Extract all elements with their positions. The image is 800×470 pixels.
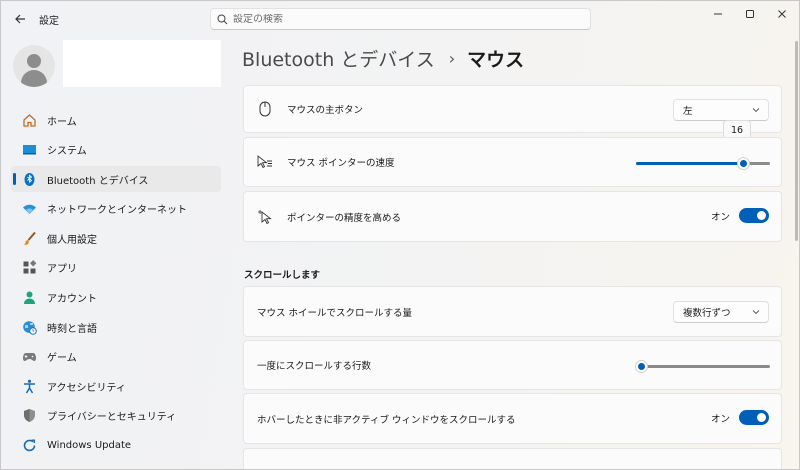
back-button[interactable] bbox=[9, 8, 31, 30]
search-icon bbox=[211, 14, 233, 25]
sidebar-item-bluetooth[interactable]: Bluetooth とデバイス bbox=[11, 166, 221, 193]
dropdown-value: 複数行ずつ bbox=[683, 308, 731, 319]
account-icon bbox=[21, 290, 37, 306]
wifi-icon bbox=[21, 201, 37, 217]
sidebar-item-windows-update[interactable]: Windows Update bbox=[11, 433, 221, 459]
lines-per-scroll-slider[interactable] bbox=[635, 360, 770, 373]
close-icon bbox=[778, 10, 786, 18]
setting-inactive-window-scroll: ホバーしたときに非アクティブ ウィンドウをスクロールする オン bbox=[243, 393, 782, 444]
mouse-icon bbox=[257, 101, 273, 117]
sidebar-item-label: 時刻と言語 bbox=[47, 323, 97, 335]
toggle-state-label: オン bbox=[710, 413, 730, 425]
sidebar-item-label: Windows Update bbox=[47, 440, 132, 452]
setting-lines-per-scroll: 一度にスクロールする行数 bbox=[243, 340, 782, 390]
setting-card-partial bbox=[243, 448, 782, 469]
precision-pointer-icon bbox=[257, 209, 273, 225]
minimize-button[interactable] bbox=[701, 1, 735, 27]
user-profile[interactable] bbox=[13, 45, 55, 87]
avatar bbox=[13, 45, 55, 87]
precision-toggle-group: オン bbox=[711, 208, 769, 223]
title-bar: 設定 bbox=[1, 1, 799, 37]
sidebar-item-personalization[interactable]: 個人用設定 bbox=[11, 225, 221, 251]
gamepad-icon bbox=[21, 349, 37, 365]
dropdown-value: 左 bbox=[683, 106, 693, 117]
minimize-icon bbox=[714, 13, 722, 15]
setting-enhance-precision: ポインターの精度を高める オン bbox=[243, 191, 782, 242]
sidebar-item-label: プライバシーとセキュリティ bbox=[47, 412, 177, 424]
chevron-down-icon bbox=[752, 108, 760, 113]
setting-label: マウスの主ボタン bbox=[287, 105, 364, 116]
pointer-speed-slider[interactable] bbox=[636, 157, 770, 170]
home-icon bbox=[21, 112, 37, 128]
profile-info-card bbox=[63, 40, 221, 87]
sidebar-item-label: アクセシビリティ bbox=[47, 382, 126, 394]
app-title: 設定 bbox=[39, 16, 59, 27]
sidebar-item-label: ネットワークとインターネット bbox=[47, 205, 187, 217]
setting-primary-button: マウスの主ボタン 左 bbox=[243, 85, 782, 133]
update-icon bbox=[21, 438, 37, 454]
slider-fill bbox=[636, 162, 743, 165]
chevron-down-icon bbox=[752, 310, 760, 315]
sidebar-item-time-language[interactable]: 時刻と言語 bbox=[11, 314, 221, 340]
setting-label: ポインターの精度を高める bbox=[287, 212, 402, 224]
inactive-scroll-toggle[interactable] bbox=[739, 410, 769, 425]
wheel-scroll-dropdown[interactable]: 複数行ずつ bbox=[673, 301, 769, 323]
system-icon bbox=[21, 142, 37, 158]
sidebar-item-label: アカウント bbox=[47, 294, 97, 306]
section-header-scroll: スクロールします bbox=[244, 270, 321, 281]
sidebar-item-label: 個人用設定 bbox=[47, 234, 97, 246]
sidebar-nav: ホーム システム Bluetooth とデバイス ネットワークとインターネット … bbox=[11, 107, 221, 462]
breadcrumb-separator: › bbox=[448, 49, 456, 68]
shield-icon bbox=[21, 408, 37, 424]
sidebar-item-label: アプリ bbox=[47, 264, 77, 276]
sidebar-item-accessibility[interactable]: アクセシビリティ bbox=[11, 373, 221, 399]
sidebar-item-privacy[interactable]: プライバシーとセキュリティ bbox=[11, 403, 221, 429]
breadcrumb-parent-link[interactable]: Bluetooth とデバイス bbox=[242, 45, 435, 72]
main-scrollbar[interactable] bbox=[795, 41, 798, 241]
close-button[interactable] bbox=[765, 1, 799, 27]
toggle-state-label: オン bbox=[710, 211, 730, 223]
sidebar-item-apps[interactable]: アプリ bbox=[11, 255, 221, 281]
setting-label: ホバーしたときに非アクティブ ウィンドウをスクロールする bbox=[257, 414, 516, 426]
pointer-speed-icon bbox=[257, 154, 273, 170]
precision-toggle[interactable] bbox=[739, 208, 769, 223]
page-title: マウス bbox=[467, 49, 525, 71]
accessibility-icon bbox=[21, 378, 37, 394]
apps-icon bbox=[21, 260, 37, 276]
setting-label: マウス ポインターの速度 bbox=[287, 158, 395, 169]
primary-button-dropdown[interactable]: 左 bbox=[673, 99, 769, 121]
search-input[interactable] bbox=[233, 13, 573, 25]
brush-icon bbox=[21, 230, 37, 246]
bluetooth-icon bbox=[21, 171, 37, 187]
sidebar-item-system[interactable]: システム bbox=[11, 137, 221, 163]
slider-thumb[interactable] bbox=[737, 157, 750, 170]
setting-wheel-scroll-amount: マウス ホイールでスクロールする量 複数行ずつ bbox=[243, 286, 782, 337]
sidebar-item-accounts[interactable]: アカウント bbox=[11, 285, 221, 311]
sidebar-item-network[interactable]: ネットワークとインターネット bbox=[11, 196, 221, 222]
search-box[interactable] bbox=[210, 8, 591, 30]
breadcrumb: Bluetooth とデバイス › マウス bbox=[242, 45, 524, 72]
setting-label: マウス ホイールでスクロールする量 bbox=[257, 307, 413, 319]
sidebar-item-label: Bluetooth とデバイス bbox=[47, 175, 149, 187]
back-arrow-icon bbox=[15, 14, 25, 24]
sidebar-item-label: システム bbox=[47, 146, 87, 158]
sidebar-item-label: ホーム bbox=[47, 116, 77, 128]
sidebar-item-gaming[interactable]: ゲーム bbox=[11, 344, 221, 370]
slider-thumb[interactable] bbox=[635, 360, 648, 373]
setting-label: 一度にスクロールする行数 bbox=[257, 361, 372, 372]
sidebar-item-home[interactable]: ホーム bbox=[11, 107, 221, 133]
maximize-icon bbox=[746, 10, 754, 18]
maximize-button[interactable] bbox=[733, 1, 767, 27]
inactive-scroll-toggle-group: オン bbox=[711, 410, 769, 425]
globe-clock-icon bbox=[21, 319, 37, 335]
settings-window: 設定 ホーム bbox=[0, 0, 800, 470]
sidebar-item-label: ゲーム bbox=[47, 353, 77, 365]
setting-pointer-speed: マウス ポインターの速度 bbox=[243, 137, 782, 187]
